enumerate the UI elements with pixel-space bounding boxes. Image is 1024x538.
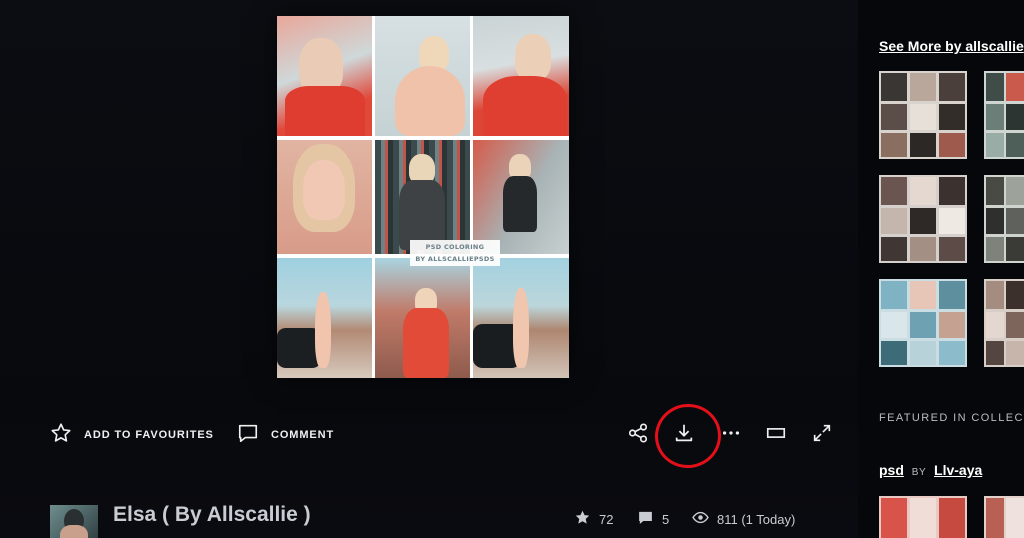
add-to-favourites-label: ADD TO FAVOURITES bbox=[84, 429, 214, 441]
deviation-main-panel: PSD COLORING BY ALLSCALLIEPSDS ADD TO FA… bbox=[0, 0, 858, 538]
deviation-title: Elsa ( By Allscallie ) bbox=[113, 503, 311, 526]
rectangle-view-icon bbox=[765, 422, 787, 449]
fullscreen-button[interactable] bbox=[810, 423, 834, 447]
collection-entry: psd BY Llv-aya bbox=[879, 462, 982, 478]
collection-by-label: BY bbox=[911, 467, 927, 478]
watermark-label: PSD COLORING BY ALLSCALLIEPSDS bbox=[410, 240, 500, 266]
watermark-line: BY ALLSCALLIEPSDS bbox=[415, 255, 495, 263]
more-by-thumbnail[interactable] bbox=[879, 175, 967, 263]
comment-icon bbox=[237, 422, 259, 449]
share-icon bbox=[627, 422, 649, 449]
share-button[interactable] bbox=[626, 422, 650, 449]
favourites-count: 72 bbox=[574, 510, 613, 528]
collection-thumbnail[interactable] bbox=[879, 496, 967, 538]
views-count: 811 (1 Today) bbox=[692, 510, 795, 528]
more-by-thumbnail[interactable] bbox=[879, 279, 967, 367]
comments-count: 5 bbox=[637, 510, 669, 528]
collection-thumbnail[interactable] bbox=[984, 496, 1024, 538]
collage-tile bbox=[277, 140, 372, 254]
collage-tile bbox=[473, 258, 569, 378]
more-by-thumbnail[interactable] bbox=[984, 175, 1024, 263]
collage-tile bbox=[473, 16, 569, 136]
eye-icon bbox=[692, 509, 709, 529]
views-number: 811 (1 Today) bbox=[717, 511, 796, 527]
collage-tile bbox=[375, 258, 470, 378]
sidebar: See More by allscallie FEATURED IN COLLE… bbox=[858, 0, 1024, 538]
collage-tile bbox=[375, 140, 470, 254]
add-to-favourites-button[interactable]: ADD TO FAVOURITES bbox=[50, 422, 214, 449]
watermark-line: PSD COLORING bbox=[425, 243, 485, 251]
more-dots-icon bbox=[720, 422, 742, 449]
featured-in-collections-heading: FEATURED IN COLLECTIONS bbox=[879, 412, 1024, 424]
expand-icon bbox=[811, 422, 833, 449]
comment-icon bbox=[637, 509, 654, 529]
highlight-circle-annotation bbox=[650, 399, 726, 473]
more-by-thumbnail[interactable] bbox=[984, 71, 1024, 159]
more-by-thumbnail[interactable] bbox=[879, 71, 967, 159]
more-by-thumbnail[interactable] bbox=[984, 279, 1024, 367]
star-icon bbox=[50, 422, 72, 449]
comment-button[interactable]: COMMENT bbox=[237, 423, 334, 447]
star-icon bbox=[574, 509, 591, 529]
collage-tile bbox=[473, 140, 569, 254]
artwork-image[interactable]: PSD COLORING BY ALLSCALLIEPSDS bbox=[277, 16, 569, 378]
comment-label: COMMENT bbox=[271, 429, 335, 441]
collage-tile bbox=[277, 258, 372, 378]
collection-link[interactable]: psd bbox=[879, 462, 904, 478]
comments-number: 5 bbox=[662, 511, 670, 527]
collection-author-link[interactable]: Llv-aya bbox=[934, 462, 982, 478]
collage-tile bbox=[277, 16, 372, 136]
more-options-button[interactable] bbox=[719, 423, 743, 447]
author-avatar[interactable] bbox=[50, 505, 98, 538]
see-more-link[interactable]: See More by allscallie bbox=[879, 38, 1024, 54]
view-mode-button[interactable] bbox=[764, 423, 788, 447]
favourites-number: 72 bbox=[599, 511, 614, 527]
collage-tile bbox=[375, 16, 470, 136]
